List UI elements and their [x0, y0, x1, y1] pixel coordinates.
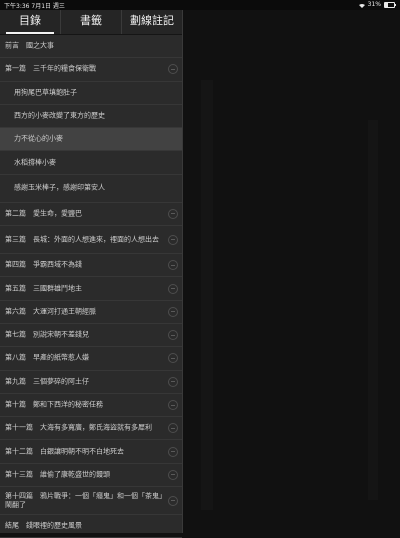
wifi-icon	[358, 3, 365, 8]
battery-icon	[384, 1, 396, 8]
toc-item-label: 第五篇 三國群雄鬥地主	[5, 284, 82, 293]
toc-item[interactable]: 結尾 錢眼裡的歷史風景	[0, 515, 182, 538]
toc-item[interactable]: 第三篇 長城：外面的人想進來，裡面的人想出去	[0, 226, 182, 255]
toc-item[interactable]: 第一篇 三千年的糧食保衛戰	[0, 58, 182, 82]
status-bar: 下午3:36 7月1日 週三 31%	[0, 0, 400, 10]
toc-item[interactable]: 第八篇 早產的紙幣惹人嫌	[0, 347, 182, 371]
panel-tabs: 目錄 書籤 劃線註記	[0, 10, 182, 35]
tab-bookmarks[interactable]: 書籤	[61, 10, 122, 34]
toc-item[interactable]: 第二篇 愛生命，愛鹽巴	[0, 203, 182, 227]
toc-item-label: 用狗尾巴草填飽肚子	[14, 88, 77, 97]
toc-item[interactable]: 第十一篇 大海有多寬廣，鄭氏海盜就有多犀利	[0, 417, 182, 441]
expand-icon[interactable]	[168, 376, 178, 387]
toc-item-label: 第十四篇 鴉片戰爭：一個「癮鬼」和一個「茶鬼」鬧翻了	[5, 491, 163, 509]
toc-item[interactable]: 前言 國之大事	[0, 35, 182, 59]
toc-item-label: 第二篇 愛生命，愛鹽巴	[5, 209, 82, 218]
toc-item[interactable]: 第十三篇 誰偷了康乾盛世的饅頭	[0, 464, 182, 488]
toc-item-label: 第十三篇 誰偷了康乾盛世的饅頭	[5, 470, 110, 479]
toc-item[interactable]: 第十篇 鄭和下西洋的秘密任務	[0, 394, 182, 418]
reading-area[interactable]	[183, 10, 400, 533]
toc-item-label: 第十篇 鄭和下西洋的秘密任務	[5, 400, 103, 409]
toc-item-label: 第七篇 別說宋朝不差錢兒	[5, 330, 89, 339]
toc-item-label: 第六篇 大運河打通王朝經脈	[5, 307, 96, 316]
toc-item-label: 第四篇 爭霸西域不為錢	[5, 260, 82, 269]
toc-item-label: 第十二篇 白銀讓明朝不明不白地死去	[5, 447, 124, 456]
toc-item-label: 結尾 錢眼裡的歷史風景	[5, 521, 82, 530]
tab-highlights[interactable]: 劃線註記	[122, 10, 182, 34]
toc-item[interactable]: 第四篇 爭霸西域不為錢	[0, 254, 182, 278]
status-time: 下午3:36 7月1日 週三	[4, 3, 65, 10]
battery-percent: 31%	[367, 1, 381, 8]
toc-item[interactable]: 第九篇 三個夢碎的阿土仔	[0, 371, 182, 394]
toc-subitem[interactable]: 用狗尾巴草填飽肚子	[0, 82, 182, 105]
toc-item-label: 第十一篇 大海有多寬廣，鄭氏海盜就有多犀利	[5, 423, 152, 432]
toc-item-label: 水稻撐棒小麥	[14, 158, 56, 167]
expand-icon[interactable]	[168, 208, 178, 219]
toc-item[interactable]: 第七篇 別說宋朝不差錢兒	[0, 324, 182, 348]
expand-icon[interactable]	[168, 353, 178, 364]
toc-item-label: 第八篇 早產的紙幣惹人嫌	[5, 353, 89, 362]
toc-item[interactable]: 第五篇 三國群雄鬥地主	[0, 277, 182, 301]
toc-item-label: 感謝玉米棒子，感謝印第安人	[14, 183, 105, 192]
toc-item-label: 前言 國之大事	[5, 41, 54, 50]
expand-icon[interactable]	[168, 423, 178, 434]
toc-subitem-selected[interactable]: 力不從心的小麥	[0, 128, 182, 152]
toc-item-label: 第三篇 長城：外面的人想進來，裡面的人想出去	[5, 235, 159, 244]
expand-icon[interactable]	[168, 446, 178, 457]
tab-contents[interactable]: 目錄	[0, 10, 61, 34]
toc-item-label: 力不從心的小麥	[14, 134, 63, 143]
expand-icon[interactable]	[168, 469, 178, 480]
toc-panel: 目錄 書籤 劃線註記 前言 國之大事 第一篇 三千年的糧食保衛戰 用狗尾巴草填飽…	[0, 10, 183, 538]
expand-icon[interactable]	[168, 283, 178, 294]
expand-icon[interactable]	[168, 400, 178, 410]
toc-item-label: 第九篇 三個夢碎的阿土仔	[5, 377, 89, 386]
expand-icon[interactable]	[168, 495, 178, 506]
toc-subitem[interactable]: 西方的小麥改變了東方的歷史	[0, 105, 182, 129]
toc-subitem[interactable]: 感謝玉米棒子，感謝印第安人	[0, 175, 182, 203]
collapse-icon[interactable]	[168, 64, 178, 75]
toc-item[interactable]: 第十二篇 白銀讓明朝不明不白地死去	[0, 440, 182, 464]
toc-item[interactable]: 第十四篇 鴉片戰爭：一個「癮鬼」和一個「茶鬼」鬧翻了	[0, 487, 182, 516]
toc-list: 前言 國之大事 第一篇 三千年的糧食保衛戰 用狗尾巴草填飽肚子 西方的小麥改變了…	[0, 35, 182, 538]
toc-subitem[interactable]: 水稻撐棒小麥	[0, 151, 182, 175]
toc-item-label: 第一篇 三千年的糧食保衛戰	[5, 64, 96, 73]
expand-icon[interactable]	[168, 260, 178, 271]
expand-icon[interactable]	[168, 306, 178, 317]
toc-item-label: 西方的小麥改變了東方的歷史	[14, 111, 105, 120]
expand-icon[interactable]	[168, 330, 178, 341]
status-right: 31%	[358, 1, 396, 8]
toc-item[interactable]: 第六篇 大運河打通王朝經脈	[0, 301, 182, 324]
expand-icon[interactable]	[168, 234, 178, 245]
